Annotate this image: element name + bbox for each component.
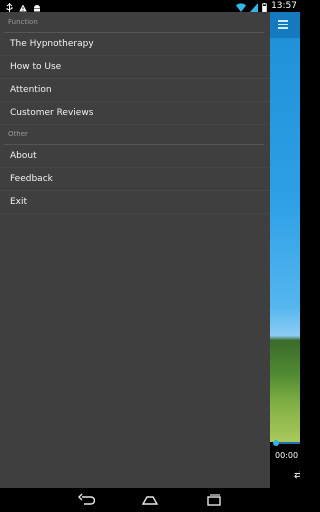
item-divider xyxy=(0,124,270,125)
status-bar: 13:57 xyxy=(0,0,300,12)
drawer-item-how-to-use[interactable]: How to Use xyxy=(0,56,270,78)
app-action-bar xyxy=(270,12,300,38)
drawer-item-feedback[interactable]: Feedback xyxy=(0,168,270,190)
back-icon[interactable] xyxy=(77,492,96,508)
drawer-item-hypnotherapy[interactable]: The Hypnotherapy xyxy=(0,33,270,55)
system-nav-bar xyxy=(0,488,300,512)
background-app: 00:00 ⇄ xyxy=(270,12,300,488)
repeat-icon[interactable]: ⇄ xyxy=(294,470,300,482)
home-icon[interactable] xyxy=(141,492,159,508)
notification-icons xyxy=(6,1,41,12)
section-header-other: Other xyxy=(8,130,28,138)
playback-time: 00:00 xyxy=(275,451,299,460)
clock: 13:57 xyxy=(271,1,297,11)
recent-apps-icon[interactable] xyxy=(205,492,223,508)
system-icons: 13:57 xyxy=(236,0,297,12)
navigation-drawer: Function The Hypnotherapy How to Use Att… xyxy=(0,12,270,488)
item-divider xyxy=(0,213,270,214)
drawer-item-about[interactable]: About xyxy=(0,145,270,167)
drawer-item-customer-reviews[interactable]: Customer Reviews xyxy=(0,102,270,124)
seek-handle[interactable] xyxy=(273,440,279,446)
menu-icon[interactable] xyxy=(278,20,288,29)
drawer-item-attention[interactable]: Attention xyxy=(0,79,270,101)
drawer-item-exit[interactable]: Exit xyxy=(0,191,270,213)
section-header-function: Function xyxy=(8,18,38,26)
